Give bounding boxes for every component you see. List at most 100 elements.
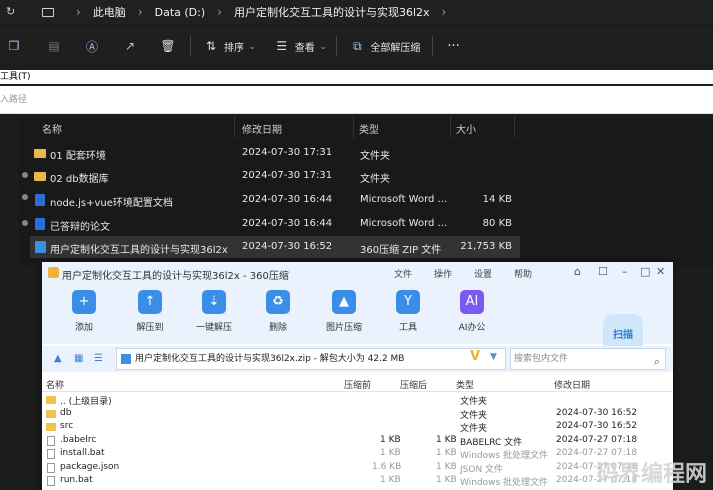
explorer-toolbar: ❐ ▤ Ⓐ ↗ 🗑 ⇅ 排序 ⌄ ☰ 查看 ⌄ ⧉ 全部解压缩 ··· [0, 28, 713, 64]
skin-icon[interactable]: ⌂ [574, 265, 581, 278]
up-arrow-icon[interactable]: ▲ [54, 353, 62, 364]
zip-item-type: 文件夹 [460, 397, 488, 407]
column-type[interactable]: 类型 [359, 121, 379, 136]
column-name[interactable]: 名称 [46, 378, 64, 391]
breadcrumb-this-pc[interactable]: 此电脑 [93, 4, 126, 20]
column-divider [514, 116, 515, 138]
add-button[interactable]: + 添加 [54, 290, 114, 333]
chevron-down-icon: ⌄ [249, 41, 256, 51]
copy-button[interactable]: ❐ [6, 33, 22, 59]
copy-icon: ❐ [8, 39, 20, 53]
sort-button[interactable]: ⇅ 排序 ⌄ [203, 33, 256, 59]
chevron-right-icon: › [217, 5, 222, 19]
refresh-icon[interactable]: ↻ [6, 5, 20, 19]
image-compress-button[interactable]: ▲ 图片压缩 [314, 290, 374, 333]
search-icon[interactable]: ⌕ [654, 352, 660, 372]
scan-label: 扫描 [613, 330, 633, 341]
path-placeholder: 入路径 [0, 95, 28, 105]
image-icon: ▲ [332, 290, 356, 314]
file-row[interactable]: 02 db数据库 2024-07-30 17:31 文件夹 [30, 165, 520, 187]
feedback-icon[interactable]: ☐ [598, 265, 608, 278]
file-date: 2024-07-30 16:52 [242, 241, 333, 252]
rename-button[interactable]: Ⓐ [84, 33, 100, 59]
explorer-nav-bar: ↻ › 此电脑 › Data (D:) › 用户定制化交互工具的设计与实现36l… [0, 0, 713, 24]
extract-icon: ⧉ [353, 38, 362, 53]
zip-row[interactable]: .babelrc 1 KB 1 KB BABELRC 文件 2024-07-27… [42, 435, 673, 449]
watermark: 码界编程网 [596, 462, 707, 487]
tools-button[interactable]: Y 工具 [378, 290, 438, 333]
sort-icon: ⇅ [205, 39, 217, 53]
paste-button[interactable]: ▤ [46, 33, 62, 59]
file-row[interactable]: 已答辩的论文 2024-07-30 16:44 Microsoft Word .… [30, 213, 520, 235]
toolbar-divider [432, 36, 434, 56]
file-row[interactable]: node.js+vue环境配置文档 2024-07-30 16:44 Micro… [30, 189, 520, 211]
list-view-icon[interactable]: ☰ [94, 353, 103, 364]
chevron-down-icon[interactable]: ▼ [490, 352, 497, 362]
file-size: 21,753 KB [460, 241, 512, 252]
zip-row[interactable]: .. (上级目录) 文件夹 [42, 394, 673, 408]
column-type[interactable]: 类型 [456, 378, 474, 391]
zip-row[interactable]: src 文件夹 2024-07-30 16:52 [42, 421, 673, 435]
sidebar-marker [22, 220, 28, 226]
menu-help[interactable]: 帮助 [514, 267, 532, 280]
zip-item-date: 2024-07-30 16:52 [556, 407, 638, 418]
file-name: 已答辩的论文 [50, 222, 110, 233]
zip-item-after: 1 KB [436, 434, 457, 445]
maximize-icon[interactable]: □ [640, 265, 650, 278]
file-row-selected[interactable]: 用户定制化交互工具的设计与实现36l2x 2024-07-30 16:52 36… [30, 236, 520, 258]
file-name: 用户定制化交互工具的设计与实现36l2x [50, 245, 228, 256]
zip-item-type: JSON 文件 [460, 464, 504, 475]
toolbar-divider [336, 36, 338, 56]
zip-item-date: 2024-07-30 16:52 [556, 421, 638, 431]
more-button[interactable]: ··· [447, 33, 459, 59]
column-size[interactable]: 大小 [456, 121, 476, 136]
v-logo-icon[interactable]: V [470, 349, 480, 364]
menu-tools[interactable]: 工具(T) [0, 72, 31, 82]
zip-row[interactable]: install.bat 1 KB 1 KB Windows 批处理文件 2024… [42, 448, 673, 462]
toolbar-divider [190, 36, 191, 56]
sidebar-marker [22, 194, 28, 200]
ai-office-button[interactable]: AI AI办公 [442, 290, 502, 333]
menu-file[interactable]: 文件 [394, 267, 412, 280]
file-icon [47, 449, 55, 459]
breadcrumb-drive[interactable]: Data (D:) [155, 6, 206, 19]
share-icon: ↗ [124, 39, 136, 53]
zip-item-after: 1 KB [436, 475, 457, 485]
search-input[interactable]: 搜索包内文件 ⌕ [510, 348, 666, 370]
file-size: 14 KB [482, 194, 512, 205]
zip-path-field[interactable]: 用户定制化交互工具的设计与实现36l2x.zip - 解包大小为 42.2 MB [116, 348, 506, 370]
grid-view-icon[interactable]: ▦ [74, 353, 83, 364]
column-date[interactable]: 修改日期 [242, 121, 282, 136]
view-button[interactable]: ☰ 查看 ⌄ [274, 33, 326, 59]
share-button[interactable]: ↗ [122, 33, 138, 59]
delete-button[interactable]: 🗑 [160, 33, 176, 59]
path-input[interactable]: 入路径 [0, 86, 713, 114]
column-date[interactable]: 修改日期 [554, 378, 590, 391]
file-date: 2024-07-30 17:31 [242, 147, 333, 158]
image-compress-label: 图片压缩 [325, 323, 362, 333]
extract-all-button[interactable]: ⧉ 全部解压缩 [349, 33, 420, 59]
zip-item-name: src [60, 421, 74, 431]
column-name[interactable]: 名称 [42, 121, 62, 136]
delete-button[interactable]: ♻ 删除 [248, 290, 308, 333]
tools-icon: Y [396, 290, 420, 314]
zip-row[interactable]: run.bat 1 KB 1 KB Windows 批处理文件 2024-07-… [42, 475, 673, 489]
close-icon[interactable]: ✕ [656, 265, 665, 278]
column-after[interactable]: 压缩后 [400, 378, 427, 391]
minimize-icon[interactable]: – [622, 265, 628, 278]
file-type: 文件夹 [360, 174, 390, 185]
ai-office-label: AI办公 [458, 323, 486, 333]
menu-settings[interactable]: 设置 [474, 267, 492, 280]
one-click-extract-label: 一键解压 [195, 323, 232, 333]
extract-to-button[interactable]: ↑ 解压到 [120, 290, 180, 333]
breadcrumb-folder[interactable]: 用户定制化交互工具的设计与实现36l2x [234, 4, 430, 20]
zip-item-type: Windows 批处理文件 [460, 478, 549, 488]
column-before[interactable]: 压缩前 [344, 378, 371, 391]
file-name: 02 db数据库 [50, 174, 109, 185]
zip-row[interactable]: db 文件夹 2024-07-30 16:52 [42, 408, 673, 422]
file-row[interactable]: 01 配套环境 2024-07-30 17:31 文件夹 [30, 142, 520, 164]
zip-item-name: install.bat [60, 448, 105, 458]
one-click-extract-button[interactable]: ⇣ 一键解压 [184, 290, 244, 333]
zip-row[interactable]: package.json 1.6 KB 1 KB JSON 文件 2024-07… [42, 462, 673, 476]
menu-operate[interactable]: 操作 [434, 267, 452, 280]
